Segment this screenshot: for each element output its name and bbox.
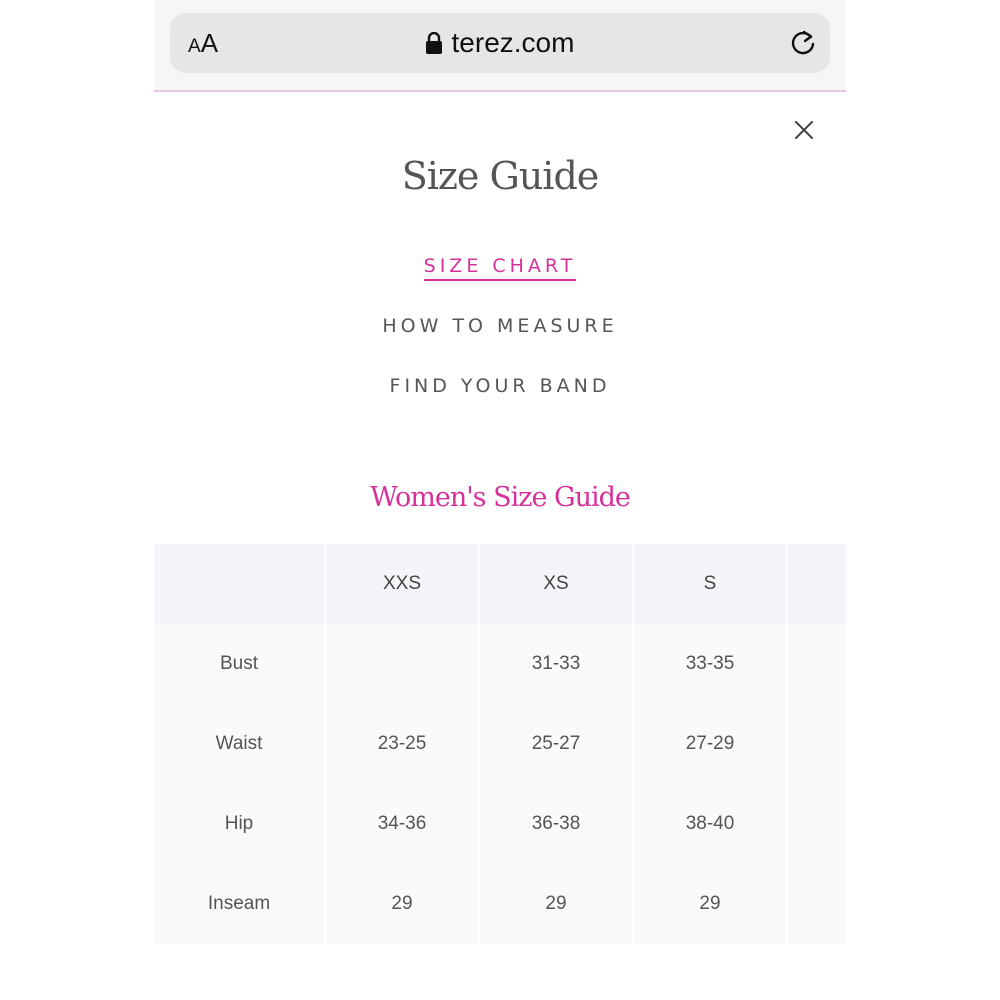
tab-how-to-measure-label: HOW TO MEASURE <box>382 315 618 337</box>
table-header-cell: XXS <box>326 544 478 624</box>
table-cell: 4 <box>788 784 846 864</box>
lock-icon <box>425 29 442 61</box>
modal-title: Size Guide <box>401 154 600 198</box>
table-cell: 29 <box>634 864 786 944</box>
table-row: Bust 31-33 33-35 3 <box>154 624 846 704</box>
url-text: terez.com <box>451 27 575 58</box>
section-title: Women's Size Guide <box>370 482 631 513</box>
table-cell <box>326 624 478 704</box>
table-header-row: XXS XS S <box>154 544 846 624</box>
reload-icon[interactable] <box>788 28 818 63</box>
row-label: Inseam <box>154 864 324 944</box>
tab-size-chart[interactable]: SIZE CHART <box>154 255 846 281</box>
tab-find-your-band-label: FIND YOUR BAND <box>389 375 611 397</box>
table-header-cell <box>788 544 846 624</box>
table-cell: 27-29 <box>634 704 786 784</box>
table-cell: 34-36 <box>326 784 478 864</box>
url-display[interactable]: terez.com <box>170 27 830 61</box>
table-cell: 29 <box>480 864 632 944</box>
table-cell: 25-27 <box>480 704 632 784</box>
row-label: Hip <box>154 784 324 864</box>
table-cell: 23-25 <box>326 704 478 784</box>
table-cell: 38-40 <box>634 784 786 864</box>
table-header-cell: S <box>634 544 786 624</box>
tab-find-your-band[interactable]: FIND YOUR BAND <box>154 375 846 399</box>
table-cell: 31-33 <box>480 624 632 704</box>
row-label: Bust <box>154 624 324 704</box>
table-row: Inseam 29 29 29 <box>154 864 846 944</box>
table-cell: 2 <box>788 704 846 784</box>
table-cell <box>788 864 846 944</box>
table-row: Hip 34-36 36-38 38-40 4 <box>154 784 846 864</box>
browser-bar: AA terez.com <box>154 0 846 90</box>
size-guide-modal: Size Guide SIZE CHART HOW TO MEASURE FIN… <box>154 92 846 998</box>
size-chart-table[interactable]: XXS XS S Bust 31-33 33-35 3 Waist 23-25 … <box>154 544 846 945</box>
table-header-cell <box>154 544 324 624</box>
table-row: Waist 23-25 25-27 27-29 2 <box>154 704 846 784</box>
close-icon[interactable] <box>794 120 814 145</box>
tab-size-chart-label: SIZE CHART <box>423 255 577 281</box>
address-bar[interactable]: AA terez.com <box>170 13 830 73</box>
tab-how-to-measure[interactable]: HOW TO MEASURE <box>154 315 846 339</box>
table-cell: 33-35 <box>634 624 786 704</box>
table-cell: 29 <box>326 864 478 944</box>
phone-screen: AA terez.com Size Guide SIZE CHART HOW T… <box>154 0 846 998</box>
table-cell: 36-38 <box>480 784 632 864</box>
table-cell: 3 <box>788 624 846 704</box>
row-label: Waist <box>154 704 324 784</box>
table-header-cell: XS <box>480 544 632 624</box>
